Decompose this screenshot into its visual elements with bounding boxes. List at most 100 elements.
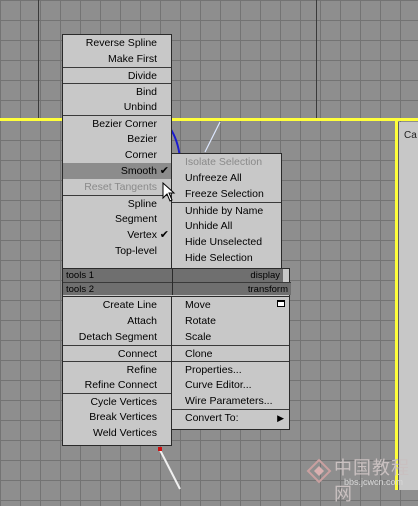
watermark: 中国教程网 bbs.jcwcn.com — [300, 452, 418, 504]
menu-item-weld-vertices[interactable]: Weld Vertices — [63, 425, 171, 441]
menu-item-rotate[interactable]: Rotate — [172, 313, 289, 329]
menu-item-label: Connect — [117, 348, 157, 360]
menu-item-label: Unfreeze All — [185, 172, 242, 184]
menu-item-label: Unhide by Name — [185, 205, 264, 217]
menu-item-unbind[interactable]: Unbind — [63, 99, 171, 115]
watermark-url: bbs.jcwcn.com — [344, 477, 404, 487]
menu-item-label: Divide — [127, 70, 157, 82]
menu-item-label: Unhide All — [185, 220, 233, 232]
menu-item-bind[interactable]: Bind — [63, 83, 171, 99]
menu-item-label: Create Line — [102, 299, 157, 311]
menu-item-label: Convert To: — [185, 412, 239, 424]
quad-menu-display: Isolate Selection Unfreeze All Freeze Sele… — [171, 153, 282, 270]
menu-item-unhide-all[interactable]: Unhide All — [172, 218, 281, 234]
spline-line-segment — [159, 449, 181, 490]
menu-item-label: Bezier — [127, 133, 157, 145]
menu-item-label: Wire Parameters... — [185, 395, 273, 407]
quad-header-tools-2: tools 2 — [63, 282, 173, 295]
menu-item-top-level[interactable]: Top-level — [63, 243, 171, 259]
checkmark-icon: ✔ — [159, 165, 169, 177]
spline-vertex — [158, 447, 162, 451]
menu-item-create-line[interactable]: Create Line — [63, 297, 171, 313]
menu-item-cycle-vertices[interactable]: Cycle Vertices — [63, 393, 171, 409]
menu-item-label: Attach — [127, 315, 157, 327]
menu-item-label: Curve Editor... — [185, 379, 252, 391]
menu-item-hide-selection[interactable]: Hide Selection — [172, 250, 281, 266]
menu-item-label: Break Vertices — [89, 411, 157, 423]
menu-item-label: Make First — [107, 53, 157, 65]
menu-item-segment[interactable]: Segment — [63, 211, 171, 227]
checkmark-icon: ✔ — [159, 229, 169, 241]
menu-item-move[interactable]: Move — [172, 297, 289, 313]
quad-header-row: tools 1 tools 2 display transform — [62, 268, 291, 297]
menu-item-curve-editor[interactable]: Curve Editor... — [172, 377, 289, 393]
menu-item-scale[interactable]: Scale — [172, 329, 289, 345]
menu-item-freeze-selection[interactable]: Freeze Selection — [172, 186, 281, 202]
menu-item-label: Refine Connect — [84, 379, 157, 391]
menu-item-label: Hide Selection — [185, 252, 253, 264]
quad-header-tools-1: tools 1 — [63, 269, 173, 282]
quad-header-transform: transform — [173, 282, 291, 295]
menu-item-hide-unselected[interactable]: Hide Unselected — [172, 234, 281, 250]
mouse-cursor-icon — [162, 182, 176, 202]
menu-item-label: Cycle Vertices — [90, 396, 157, 408]
side-panel: Ca — [398, 122, 418, 490]
menu-item-label: Segment — [114, 213, 157, 225]
menu-item-label: Bind — [135, 86, 157, 98]
quad-header-display: display — [173, 269, 283, 282]
menu-item-label: Detach Segment — [78, 331, 157, 343]
menu-item-unhide-by-name[interactable]: Unhide by Name — [172, 202, 281, 218]
menu-item-convert-to[interactable]: Convert To: ▶ — [172, 409, 289, 425]
submenu-arrow-icon: ▶ — [277, 413, 284, 423]
menu-item-vertex[interactable]: Vertex ✔ — [63, 227, 171, 243]
menu-item-connect[interactable]: Connect — [63, 345, 171, 361]
active-viewport-border-top — [172, 118, 418, 121]
viewport-divider-left — [38, 0, 39, 120]
menu-item-corner[interactable]: Corner — [63, 147, 171, 163]
menu-item-make-first[interactable]: Make First — [63, 51, 171, 67]
menu-item-refine[interactable]: Refine — [63, 361, 171, 377]
quad-menu-transform: Move Rotate Scale Clone Properties... Curve E… — [171, 296, 290, 430]
quad-menu-tools-1: Reverse Spline Make First Divide Bind Unbind… — [62, 34, 172, 270]
window-icon[interactable] — [277, 300, 285, 307]
menu-item-spline[interactable]: Spline — [63, 195, 171, 211]
menu-item-refine-connect[interactable]: Refine Connect — [63, 377, 171, 393]
menu-item-break-vertices[interactable]: Break Vertices — [63, 409, 171, 425]
menu-item-label: Reverse Spline — [85, 37, 157, 49]
quad-menu-tools-2: Create Line Attach Detach Segment Connect Re… — [62, 296, 172, 446]
menu-item-divide[interactable]: Divide — [63, 67, 171, 83]
menu-item-label: Reset Tangents — [84, 181, 157, 193]
menu-item-bezier-corner[interactable]: Bezier Corner — [63, 115, 171, 131]
menu-item-detach-segment[interactable]: Detach Segment — [63, 329, 171, 345]
menu-item-attach[interactable]: Attach — [63, 313, 171, 329]
side-panel-label: Ca — [404, 130, 417, 141]
menu-item-label: Rotate — [185, 315, 216, 327]
menu-item-label: Hide Unselected — [185, 236, 263, 248]
menu-item-label: Properties... — [185, 364, 242, 376]
menu-item-wire-parameters[interactable]: Wire Parameters... — [172, 393, 289, 409]
menu-item-label: Weld Vertices — [93, 427, 157, 439]
menu-item-reset-tangents: Reset Tangents — [63, 179, 171, 195]
menu-item-label: Vertex — [127, 229, 157, 241]
menu-item-clone[interactable]: Clone — [172, 345, 289, 361]
menu-item-reverse-spline[interactable]: Reverse Spline — [63, 35, 171, 51]
menu-item-label: Unbind — [123, 101, 157, 113]
watermark-logo-icon — [306, 458, 332, 484]
menu-item-label: Bezier Corner — [92, 118, 157, 130]
menu-item-properties[interactable]: Properties... — [172, 361, 289, 377]
menu-item-isolate-selection: Isolate Selection — [172, 154, 281, 170]
menu-item-bezier[interactable]: Bezier — [63, 131, 171, 147]
menu-item-label: Smooth — [120, 165, 157, 177]
menu-item-label: Top-level — [114, 245, 157, 257]
menu-item-label: Corner — [124, 149, 157, 161]
menu-item-smooth[interactable]: Smooth ✔ — [63, 163, 171, 179]
menu-item-label: Move — [185, 299, 211, 311]
menu-item-label: Scale — [185, 331, 212, 343]
menu-item-label: Isolate Selection — [185, 156, 263, 168]
active-viewport-border-top-left — [0, 118, 62, 121]
menu-item-label: Spline — [127, 198, 157, 210]
menu-item-unfreeze-all[interactable]: Unfreeze All — [172, 170, 281, 186]
menu-item-label: Clone — [185, 348, 213, 360]
viewport-divider-right — [316, 0, 317, 120]
spline-tangent-handle — [204, 121, 221, 153]
